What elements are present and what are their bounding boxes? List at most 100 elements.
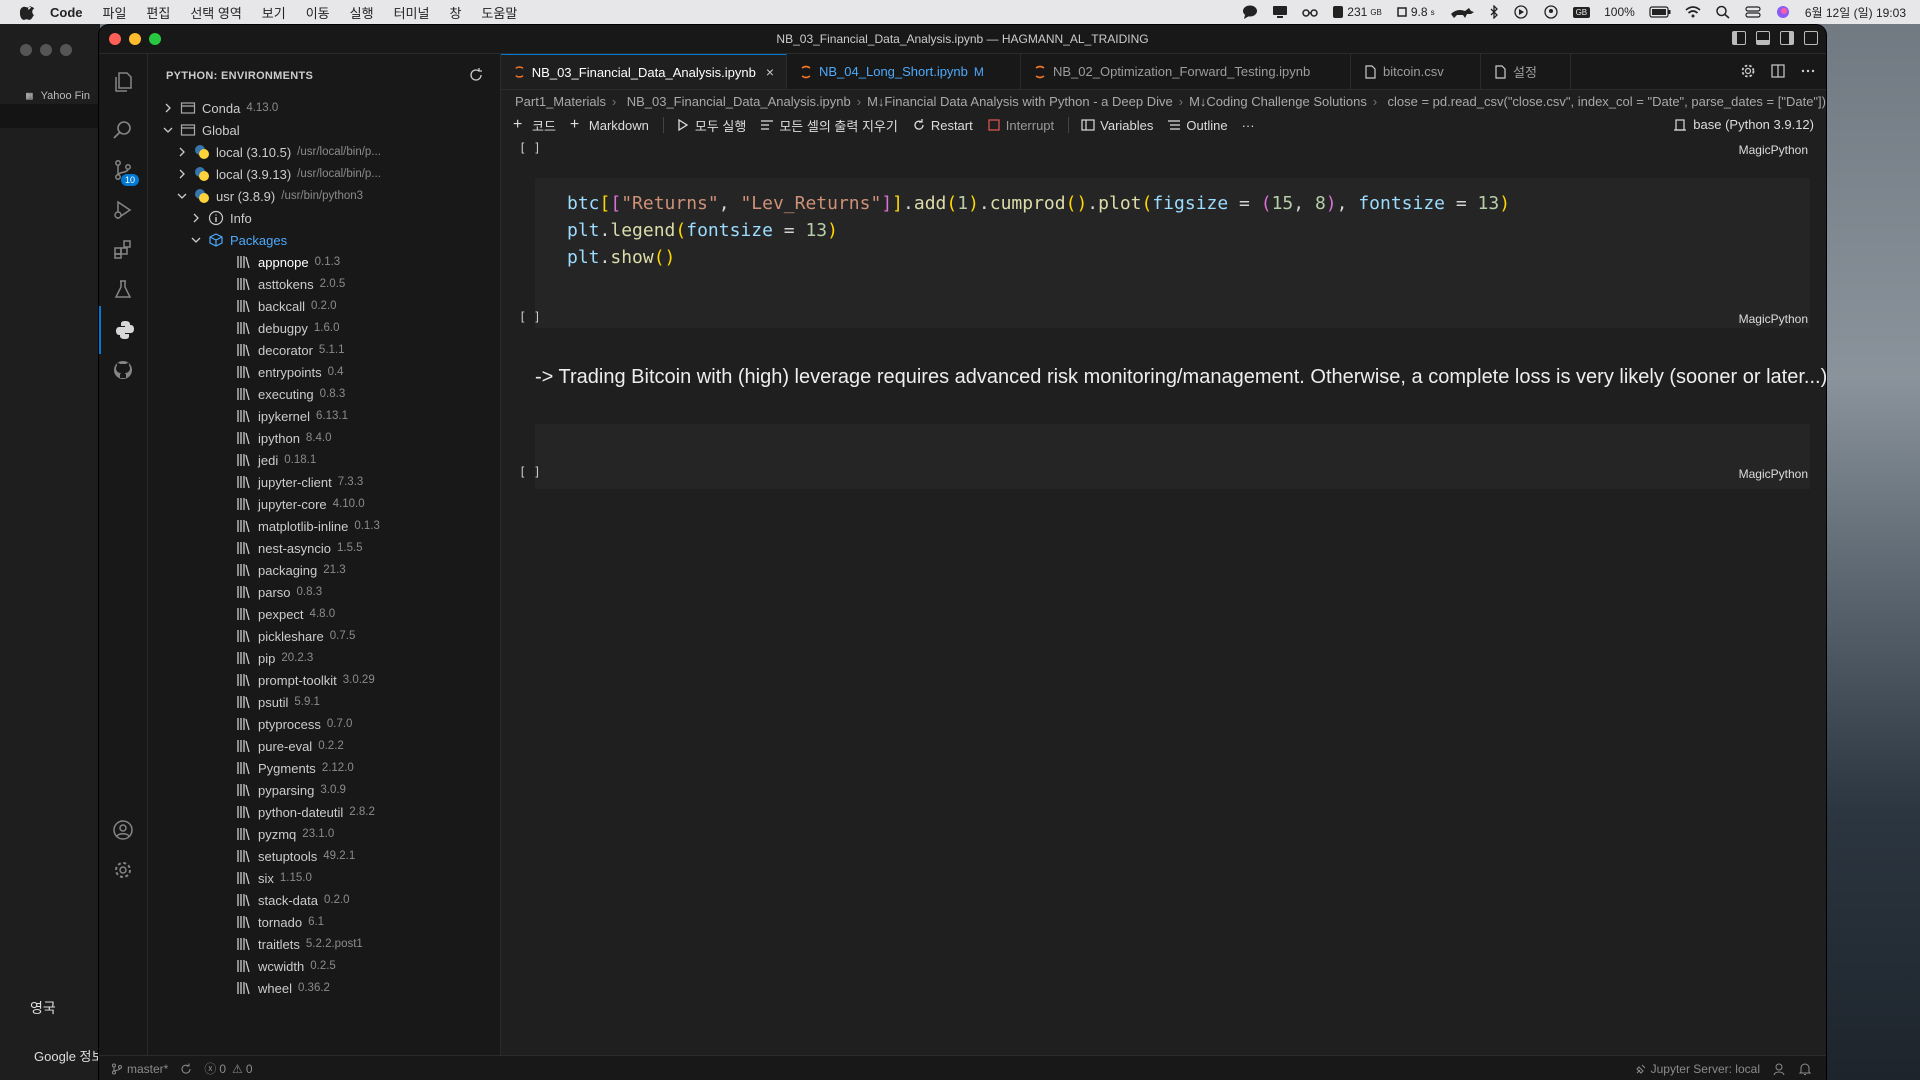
- kernel-picker[interactable]: base (Python 3.9.12): [1673, 117, 1814, 132]
- env-tree-item[interactable]: Info: [148, 207, 540, 229]
- play-circle-icon[interactable]: [1513, 5, 1529, 19]
- toggle-panel-icon[interactable]: [1756, 31, 1770, 45]
- restart-kernel-button[interactable]: Restart: [912, 118, 973, 133]
- tab-bitcoin-csv[interactable]: bitcoin.csv: [1351, 54, 1481, 89]
- library-icon: [237, 300, 250, 313]
- bluetooth-icon[interactable]: [1489, 5, 1499, 19]
- menu-edit[interactable]: 편집: [146, 3, 170, 22]
- library-icon: [237, 872, 250, 885]
- breadcrumb-folder[interactable]: Part1_Materials: [515, 94, 606, 109]
- env-tree-item[interactable]: Packages: [148, 229, 540, 251]
- package-version: 20.2.3: [281, 652, 314, 664]
- package-name: decorator: [258, 342, 313, 358]
- env-tree-item[interactable]: local (3.9.13) /usr/local/bin/p...: [148, 163, 526, 185]
- breadcrumb-file[interactable]: NB_03_Financial_Data_Analysis.ipynb: [627, 94, 851, 109]
- menu-selection[interactable]: 선택 영역: [190, 3, 241, 22]
- chevron-down-icon: [191, 237, 201, 243]
- menu-window[interactable]: 창: [449, 3, 461, 22]
- menu-help[interactable]: 도움말: [481, 3, 517, 22]
- chevron-right-icon: [165, 103, 171, 113]
- control-center-icon[interactable]: [1745, 5, 1761, 19]
- problems-status[interactable]: ⓧ 0 ⚠ 0: [204, 1060, 252, 1077]
- monitor-icon[interactable]: [1272, 5, 1288, 19]
- package-name: python-dateutil: [258, 804, 344, 820]
- tab-nb03[interactable]: NB_03_Financial_Data_Analysis.ipynb ×: [501, 54, 787, 89]
- battery-icon[interactable]: [1649, 5, 1671, 19]
- menu-terminal[interactable]: 터미널: [394, 3, 430, 22]
- notifications-bell-icon[interactable]: [1798, 1062, 1812, 1076]
- more-actions-icon[interactable]: [1800, 63, 1816, 79]
- sync-button[interactable]: [180, 1063, 192, 1075]
- code-editor[interactable]: btc[["Returns", "Lev_Returns"]].add(1).c…: [567, 190, 1510, 271]
- env-tree-item[interactable]: Conda 4.13.0: [148, 97, 512, 119]
- spotlight-search-icon[interactable]: [1715, 5, 1731, 19]
- toggle-secondary-sidebar-icon[interactable]: [1780, 31, 1794, 45]
- chat-bubble-icon[interactable]: [1242, 5, 1258, 19]
- variables-button[interactable]: Variables: [1081, 118, 1153, 133]
- siri-icon[interactable]: [1775, 5, 1791, 19]
- clear-outputs-button[interactable]: 모든 셀의 출력 지우기: [760, 116, 898, 135]
- cell-language[interactable]: MagicPython: [1739, 312, 1808, 326]
- add-markdown-cell-button[interactable]: + Markdown: [570, 117, 649, 133]
- toggle-primary-sidebar-icon[interactable]: [1732, 31, 1746, 45]
- gb-badge[interactable]: GB: [1572, 6, 1591, 18]
- markdown-cell-text[interactable]: -> Trading Bitcoin with (high) leverage …: [535, 366, 1826, 389]
- run-all-button[interactable]: 모두 실행: [676, 116, 746, 135]
- git-branch-status[interactable]: master*: [111, 1062, 168, 1076]
- interrupt-kernel-button[interactable]: Interrupt: [987, 118, 1054, 133]
- jupyter-server-status[interactable]: Jupyter Server: local: [1635, 1062, 1760, 1076]
- gear-icon[interactable]: [1740, 63, 1756, 79]
- runcat-icon[interactable]: [1449, 5, 1475, 19]
- menu-view[interactable]: 보기: [262, 3, 286, 22]
- wifi-icon[interactable]: [1685, 5, 1701, 19]
- manage-settings-button[interactable]: [99, 846, 147, 894]
- env-tree-label: usr (3.8.9): [216, 188, 276, 204]
- user-circle-icon[interactable]: [1543, 5, 1559, 19]
- menu-file[interactable]: 파일: [103, 3, 127, 22]
- package-version: 7.3.3: [337, 476, 364, 488]
- split-editor-icon[interactable]: [1770, 63, 1786, 79]
- menu-run[interactable]: 실행: [350, 3, 374, 22]
- github-button[interactable]: [99, 346, 147, 394]
- tab-nb04[interactable]: NB_04_Long_Short.ipynb M: [787, 54, 1021, 89]
- notebook-toolbar: + 코드 + Markdown 모두 실행 모든 셀의 출력 지우기 Restart…: [501, 112, 1826, 138]
- cpu-indicator[interactable]: 9.8 s: [1396, 5, 1435, 19]
- more-toolbar-button[interactable]: ···: [1242, 118, 1255, 133]
- env-path: /usr/bin/python3: [281, 190, 364, 202]
- package-version: 0.8.3: [319, 388, 346, 400]
- package-name: debugpy: [258, 320, 308, 336]
- package-version: 0.2.0: [310, 300, 337, 312]
- menu-app-name[interactable]: Code: [50, 5, 83, 20]
- explorer-button[interactable]: [99, 58, 147, 106]
- menubar-clock[interactable]: 6월 12일 (일) 19:03: [1805, 4, 1906, 21]
- chevron-right-icon: [179, 169, 185, 179]
- tab-label: NB_02_Optimization_Forward_Testing.ipynb: [1053, 64, 1311, 79]
- files-icon: [115, 72, 132, 92]
- breadcrumb-heading-1[interactable]: M↓Financial Data Analysis with Python - …: [867, 94, 1173, 109]
- apple-icon[interactable]: [20, 4, 36, 20]
- add-code-cell-button[interactable]: + 코드: [513, 116, 556, 135]
- env-tree-item[interactable]: Global: [148, 119, 512, 141]
- glasses-icon[interactable]: [1302, 5, 1319, 19]
- storage-indicator[interactable]: 231 GB: [1332, 5, 1382, 19]
- list-icon: [1168, 120, 1181, 130]
- customize-layout-icon[interactable]: [1804, 31, 1818, 45]
- feedback-icon[interactable]: [1772, 1062, 1786, 1076]
- close-tab-icon[interactable]: ×: [766, 64, 774, 80]
- menu-go[interactable]: 이동: [306, 3, 330, 22]
- cell-language[interactable]: MagicPython: [1739, 143, 1808, 157]
- env-tree-item[interactable]: local (3.10.5) /usr/local/bin/p...: [148, 141, 526, 163]
- env-tree-item[interactable]: usr (3.8.9) /usr/bin/python3: [148, 185, 526, 207]
- breadcrumb-cell[interactable]: close = pd.read_csv("close.csv", index_c…: [1388, 94, 1827, 109]
- code-cell[interactable]: btc[["Returns", "Lev_Returns"]].add(1).c…: [535, 178, 1810, 328]
- breadcrumb-heading-2[interactable]: M↓Coding Challenge Solutions: [1189, 94, 1367, 109]
- outline-button[interactable]: Outline: [1167, 118, 1228, 133]
- tab-settings[interactable]: 설정: [1481, 54, 1571, 89]
- background-label-google: Google 정보: [34, 1049, 104, 1064]
- cell-language[interactable]: MagicPython: [1739, 467, 1808, 481]
- package-name: appnope: [258, 254, 309, 270]
- refresh-icon[interactable]: [468, 67, 484, 83]
- package-name: wheel: [258, 980, 292, 996]
- package-name: pexpect: [258, 606, 304, 622]
- tab-nb02[interactable]: NB_02_Optimization_Forward_Testing.ipynb: [1021, 54, 1351, 89]
